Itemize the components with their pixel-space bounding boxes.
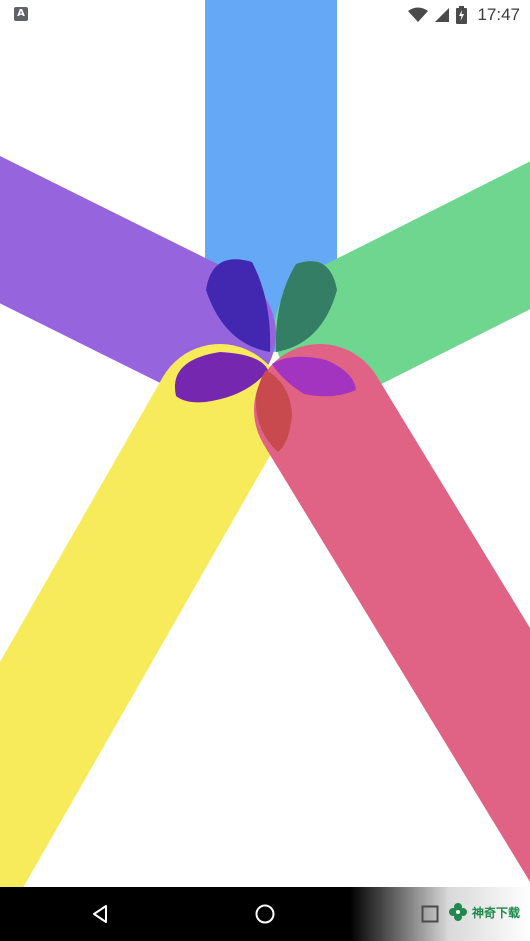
wifi-icon — [408, 7, 429, 22]
status-bar: A 17:47 — [0, 0, 530, 30]
circle-home-icon — [255, 904, 275, 924]
back-button[interactable] — [70, 887, 130, 941]
band-green — [274, 161, 530, 397]
triangle-back-icon — [93, 905, 107, 923]
battery-charging-icon — [456, 6, 468, 24]
band-red — [254, 344, 530, 882]
a-badge-icon: A — [14, 7, 28, 21]
home-button[interactable] — [235, 887, 295, 941]
watermark-text: 神奇下载 — [471, 905, 520, 920]
cell-signal-icon — [435, 8, 450, 22]
starburst-artwork — [0, 0, 530, 887]
clover-logo-icon — [448, 903, 467, 921]
band-yellow — [0, 344, 286, 887]
band-purple — [0, 156, 276, 400]
square-recents-icon — [421, 905, 439, 923]
status-time: 17:47 — [477, 5, 520, 24]
status-icons: 17:47 — [408, 4, 520, 26]
phone-screen: A 17:47 神奇下载 — [0, 0, 530, 941]
watermark: 神奇下载 — [448, 902, 520, 922]
navigation-bar: 神奇下载 — [0, 887, 530, 941]
